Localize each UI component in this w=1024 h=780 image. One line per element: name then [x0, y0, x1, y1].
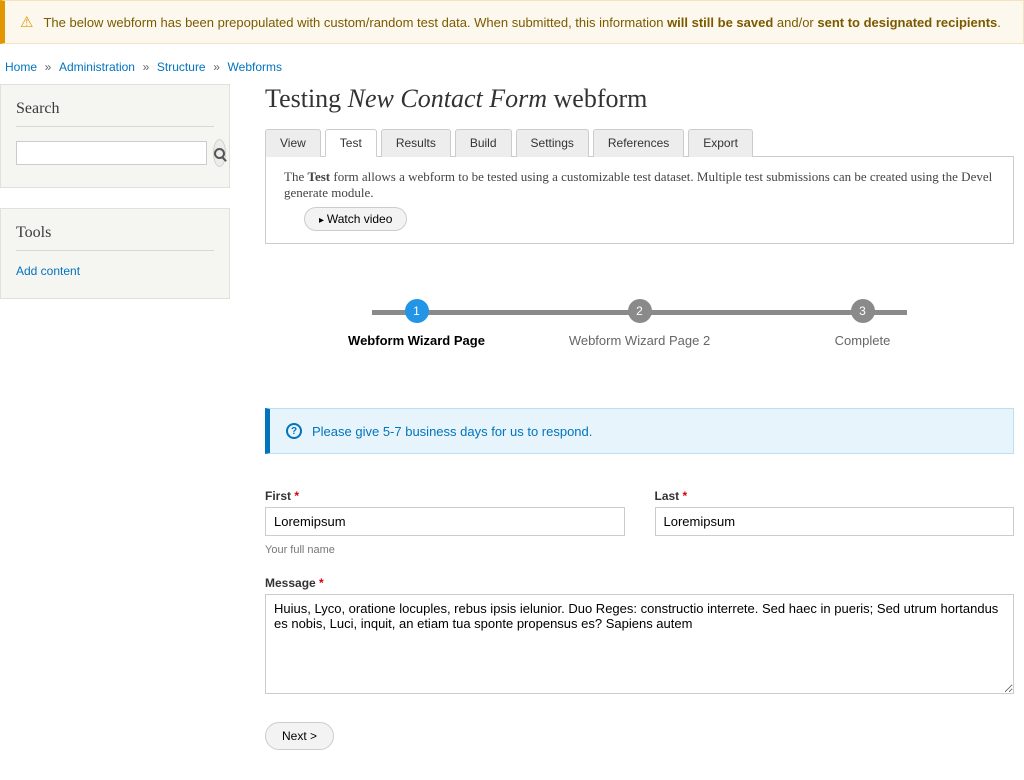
breadcrumb-home[interactable]: Home: [5, 60, 37, 74]
wizard-step-1: 1 Webform Wizard Page: [305, 299, 528, 348]
tabs: View Test Results Build Settings Referen…: [265, 128, 1014, 157]
search-title: Search: [16, 100, 214, 127]
first-label: First *: [265, 489, 625, 503]
breadcrumb-separator: »: [209, 60, 224, 74]
search-icon: [214, 148, 225, 159]
add-content-link[interactable]: Add content: [16, 264, 80, 278]
required-indicator: *: [683, 489, 688, 503]
breadcrumb-separator: »: [41, 60, 56, 74]
status-message: ? Please give 5-7 business days for us t…: [265, 408, 1014, 454]
sidebar: Search Tools Add content: [0, 84, 240, 319]
info-panel: The Test form allows a webform to be tes…: [265, 157, 1014, 244]
tab-test[interactable]: Test: [325, 129, 377, 157]
search-input[interactable]: [16, 141, 207, 165]
breadcrumb-administration[interactable]: Administration: [59, 60, 135, 74]
required-indicator: *: [294, 489, 299, 503]
tab-references[interactable]: References: [593, 129, 684, 157]
page-title: Testing New Contact Form webform: [265, 84, 1014, 114]
wizard-step-2: 2 Webform Wizard Page 2: [528, 299, 751, 348]
warning-icon: ⚠: [20, 13, 33, 31]
wizard-step-3: 3 Complete: [751, 299, 974, 348]
main-content: Testing New Contact Form webform View Te…: [240, 84, 1024, 780]
first-input[interactable]: [265, 507, 625, 536]
info-text: The Test form allows a webform to be tes…: [284, 169, 992, 200]
tab-view[interactable]: View: [265, 129, 321, 157]
name-help-text: Your full name: [265, 544, 1014, 556]
notice-text: The below webform has been prepopulated …: [43, 15, 1000, 30]
watch-video-button[interactable]: Watch video: [304, 207, 407, 231]
next-button[interactable]: Next >: [265, 722, 334, 750]
wizard-step-2-label: Webform Wizard Page 2: [528, 333, 751, 348]
search-button[interactable]: [213, 139, 226, 167]
wizard-progress: 1 Webform Wizard Page 2 Webform Wizard P…: [305, 299, 974, 348]
wizard-step-3-circle: 3: [851, 299, 875, 323]
breadcrumb: Home » Administration » Structure » Webf…: [0, 44, 1024, 84]
required-indicator: *: [319, 576, 324, 590]
wizard-step-3-label: Complete: [751, 333, 974, 348]
wizard-step-1-label: Webform Wizard Page: [305, 333, 528, 348]
tools-title: Tools: [16, 224, 214, 251]
tab-settings[interactable]: Settings: [516, 129, 589, 157]
status-message-text: Please give 5-7 business days for us to …: [312, 424, 592, 439]
breadcrumb-structure[interactable]: Structure: [157, 60, 206, 74]
tab-build[interactable]: Build: [455, 129, 512, 157]
message-label: Message *: [265, 576, 1014, 590]
tab-export[interactable]: Export: [688, 129, 753, 157]
breadcrumb-separator: »: [139, 60, 154, 74]
last-label: Last *: [655, 489, 1015, 503]
last-input[interactable]: [655, 507, 1015, 536]
search-block: Search: [0, 84, 230, 188]
wizard-step-2-circle: 2: [628, 299, 652, 323]
test-data-notice: ⚠ The below webform has been prepopulate…: [0, 0, 1024, 44]
breadcrumb-webforms[interactable]: Webforms: [228, 60, 282, 74]
tools-block: Tools Add content: [0, 208, 230, 299]
tab-results[interactable]: Results: [381, 129, 451, 157]
message-textarea[interactable]: [265, 594, 1014, 694]
wizard-step-1-circle: 1: [405, 299, 429, 323]
info-icon: ?: [286, 423, 302, 439]
